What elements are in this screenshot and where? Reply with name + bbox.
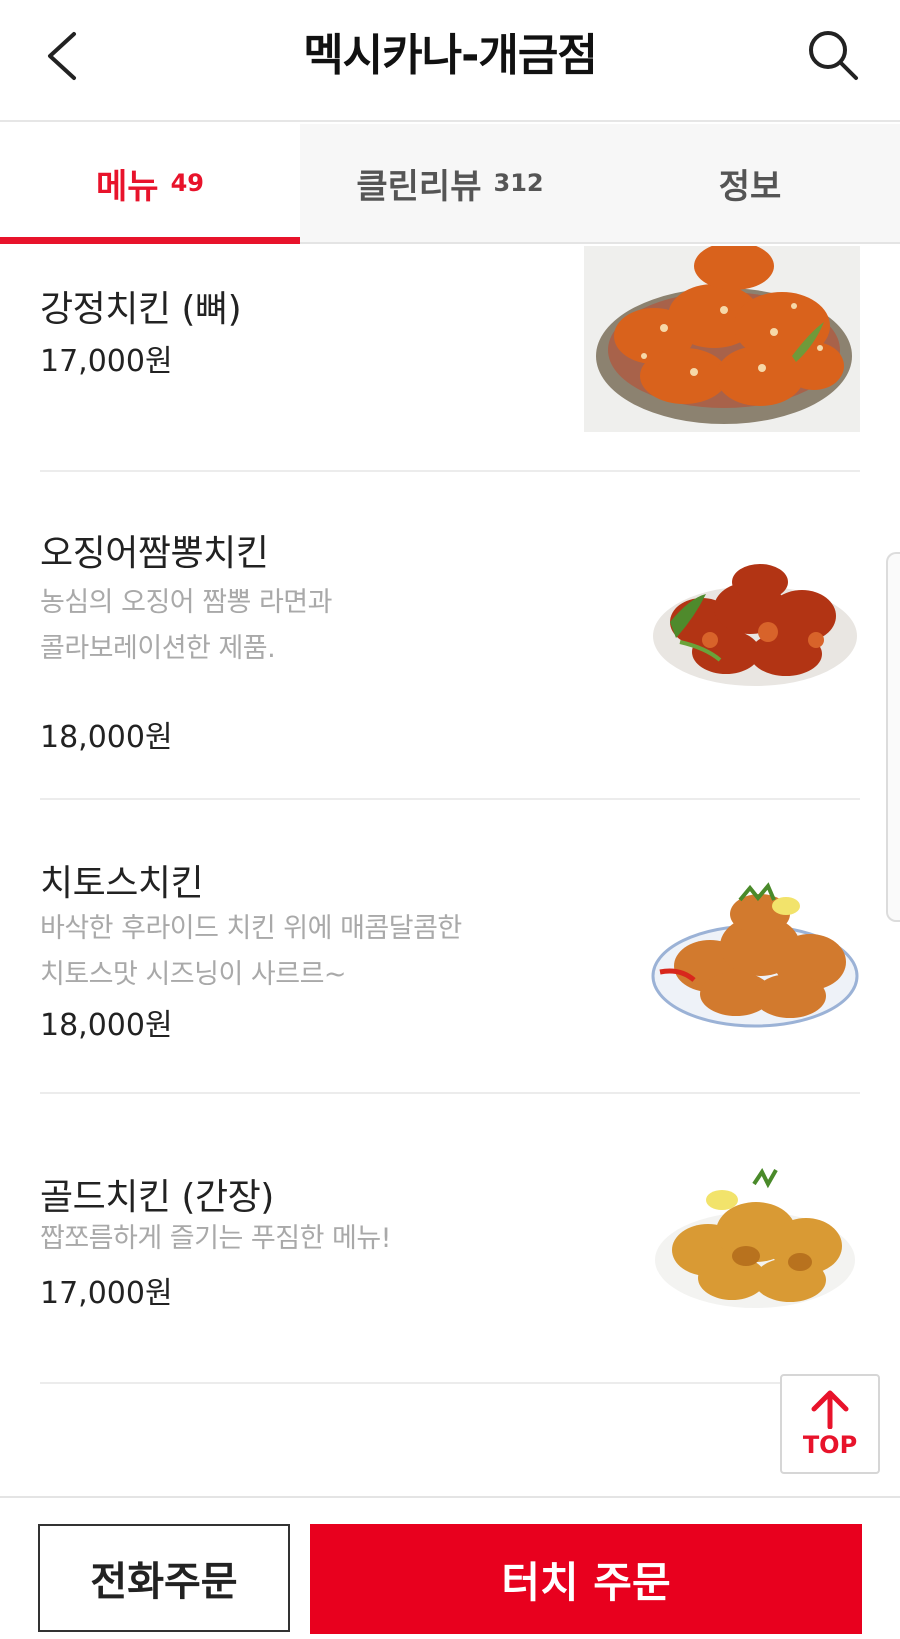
tab-label: 메뉴 (96, 166, 159, 207)
menu-item-image (650, 876, 860, 1036)
menu-item[interactable]: 골드치킨 (간장) 짭쪼름하게 즐기는 푸짐한 메뉴! 17,000원 (40, 1094, 860, 1384)
menu-item-price: 18,000원 (40, 720, 173, 755)
touch-order-button[interactable]: 터치 주문 (310, 1524, 862, 1634)
menu-item-name: 강정치킨 (뼈) (40, 289, 242, 330)
menu-item-description: 농심의 오징어 짬뽕 라면과 콜라보레이션한 제품. (40, 580, 510, 672)
search-button[interactable] (804, 26, 864, 86)
menu-item[interactable]: 강정치킨 (뼈) 17,000원 (40, 246, 860, 472)
menu-item-description: 바삭한 후라이드 치킨 위에 매콤달콤한 치토스맛 시즈닝이 사르르~ (40, 906, 510, 998)
menu-item[interactable]: 치토스치킨 바삭한 후라이드 치킨 위에 매콤달콤한 치토스맛 시즈닝이 사르르… (40, 800, 860, 1094)
menu-list[interactable]: 강정치킨 (뼈) 17,000원 오징어짬뽕치킨 농심의 오징어 짬뽕 라면과 … (0, 246, 900, 1496)
bottom-order-bar: 전화주문 터치 주문 (0, 1496, 900, 1639)
menu-item-image (650, 1164, 860, 1314)
scroll-top-button[interactable]: TOP (780, 1374, 880, 1474)
menu-item[interactable]: 오징어짬뽕치킨 농심의 오징어 짬뽕 라면과 콜라보레이션한 제품. 18,00… (40, 472, 860, 800)
search-icon (809, 31, 858, 80)
tab-count: 312 (493, 169, 544, 197)
menu-item-image (584, 246, 860, 432)
menu-item-price: 18,000원 (40, 1008, 173, 1043)
back-button[interactable] (40, 26, 96, 86)
menu-item-description-line: 치토스맛 시즈닝이 사르르~ (40, 959, 347, 990)
menu-item-price: 17,000원 (40, 1276, 173, 1311)
menu-item-name: 골드치킨 (간장) (40, 1177, 274, 1218)
menu-item-image (650, 552, 860, 692)
tab-menu[interactable]: 메뉴 49 (0, 124, 300, 244)
menu-item-description-line: 농심의 오징어 짬뽕 라면과 (40, 587, 333, 618)
tab-label: 정보 (718, 166, 782, 207)
store-tabs: 메뉴 49 클린리뷰 312 정보 (0, 124, 900, 244)
scroll-top-label: TOP (802, 1431, 858, 1459)
tab-label: 클린리뷰 (356, 166, 482, 207)
menu-item-price: 17,000원 (40, 344, 173, 379)
chevron-left-icon (48, 32, 76, 80)
page-title: 멕시카나-개금점 (303, 30, 598, 81)
menu-item-name: 오징어짬뽕치킨 (40, 533, 269, 574)
tab-count: 49 (170, 169, 204, 197)
menu-item-description: 짭쪼름하게 즐기는 푸짐한 메뉴! (40, 1223, 392, 1254)
app-header: 멕시카나-개금점 (0, 0, 900, 122)
phone-order-button[interactable]: 전화주문 (38, 1524, 290, 1632)
arrow-up-icon (811, 1390, 849, 1429)
scroll-indicator[interactable] (886, 552, 900, 922)
menu-item-description-line: 바삭한 후라이드 치킨 위에 매콤달콤한 (40, 913, 462, 944)
menu-item-description-line: 콜라보레이션한 제품. (40, 633, 276, 664)
menu-item-name: 치토스치킨 (40, 863, 204, 904)
tab-info[interactable]: 정보 (600, 124, 900, 242)
tab-clean-review[interactable]: 클린리뷰 312 (300, 124, 600, 242)
